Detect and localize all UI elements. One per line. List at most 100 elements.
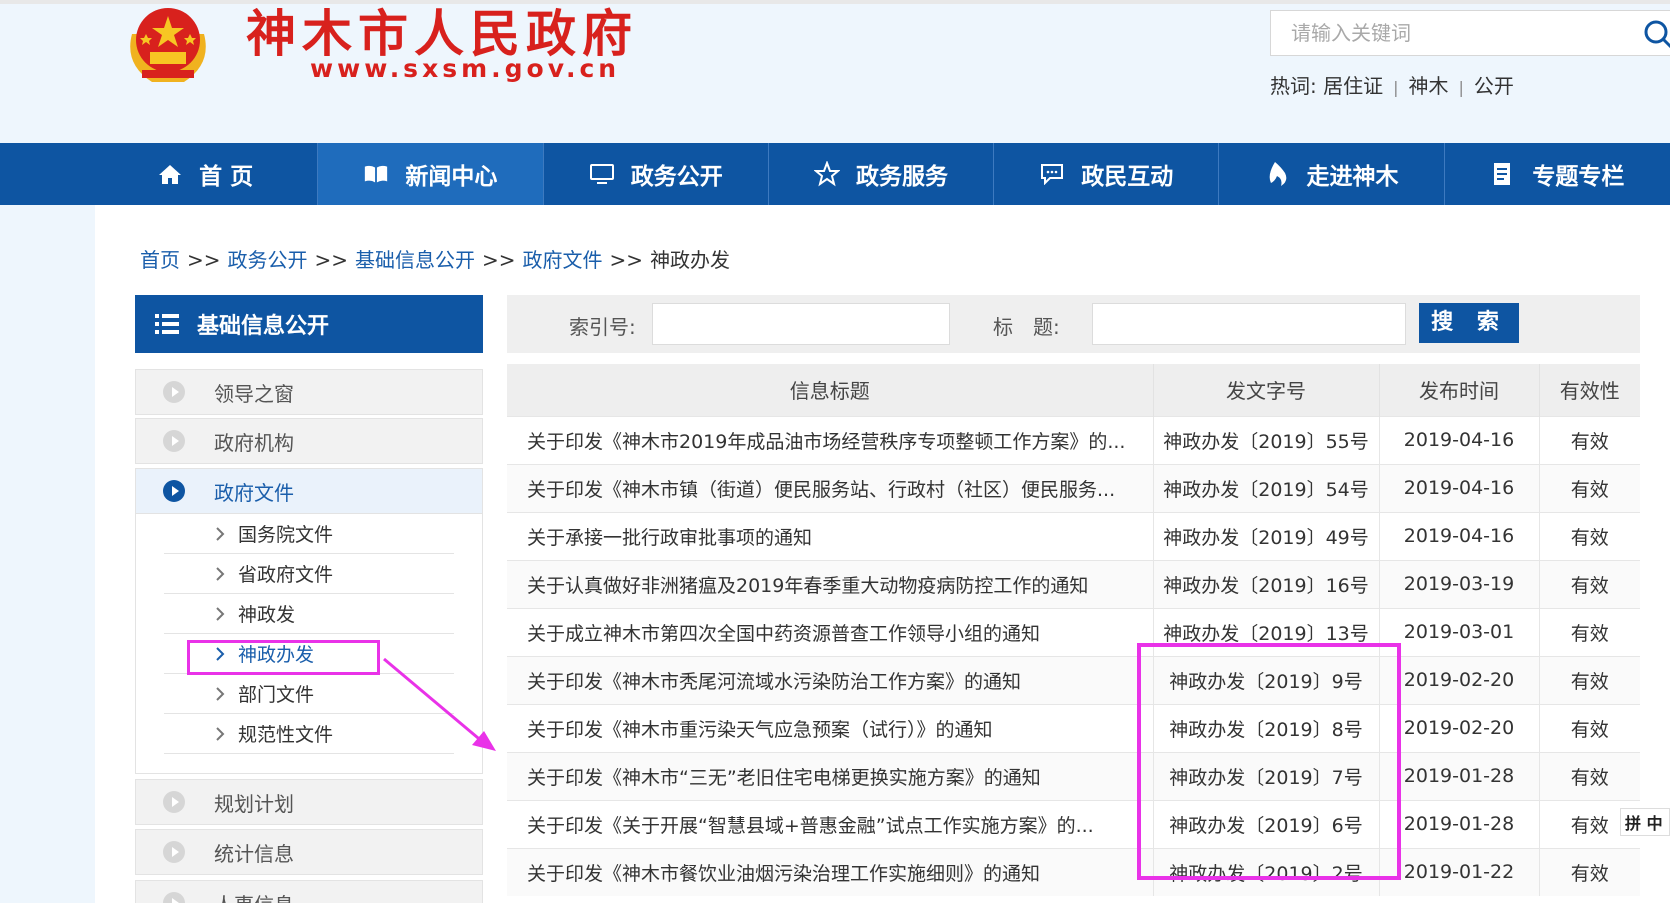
publish-date: 2019-01-28 bbox=[1379, 751, 1540, 800]
national-emblem-icon bbox=[130, 8, 206, 82]
table-row: 关于印发《神木市秃尾河流域水污染防治工作方案》的通知 神政办发〔2019〕9号 … bbox=[507, 655, 1640, 704]
validity-status: 有效 bbox=[1539, 703, 1640, 752]
nav-item-label: 政务公开 bbox=[630, 164, 723, 190]
nav-item-news[interactable]: 新闻中心 bbox=[318, 143, 544, 205]
table-row: 关于印发《神木市餐饮业油烟污染治理工作实施细则》的通知 神政办发〔2019〕2号… bbox=[507, 847, 1640, 896]
document-number: 神政办发〔2019〕55号 bbox=[1153, 415, 1380, 464]
sidebar-item-label: 人事信息 bbox=[214, 889, 294, 903]
list-icon bbox=[155, 314, 179, 334]
site-search-box bbox=[1270, 10, 1670, 56]
title-input[interactable] bbox=[1092, 303, 1406, 345]
nav-item-label: 走进神木 bbox=[1306, 164, 1399, 190]
annotation-highlight-doc-numbers bbox=[1137, 643, 1401, 880]
page-background-strip bbox=[0, 205, 95, 903]
chat-icon bbox=[1039, 161, 1065, 187]
submenu-item-shenzhengfa[interactable]: 神政发 bbox=[164, 594, 454, 634]
document-title-link[interactable]: 关于印发《神木市重污染天气应急预案（试行）》的通知 bbox=[507, 703, 1154, 752]
chevron-right-icon bbox=[216, 727, 225, 741]
nav-item-gov-affairs[interactable]: 政务公开 bbox=[544, 143, 769, 205]
ime-indicator[interactable]: 拼 中 bbox=[1620, 808, 1670, 836]
document-title-link[interactable]: 关于认真做好非洲猪瘟及2019年春季重大动物疫病防控工作的通知 bbox=[507, 559, 1154, 608]
nav-item-label: 政务服务 bbox=[855, 164, 948, 190]
site-url: www.sxsm.gov.cn bbox=[310, 54, 621, 83]
document-number: 神政办发〔2019〕16号 bbox=[1153, 559, 1380, 608]
sidebar-item-leaders[interactable]: 领导之窗 bbox=[135, 369, 483, 415]
book-icon bbox=[363, 161, 389, 187]
title-label: 标 题: bbox=[993, 315, 1060, 339]
publish-date: 2019-02-20 bbox=[1379, 703, 1540, 752]
flame-icon bbox=[1265, 161, 1291, 187]
document-title-link[interactable]: 关于印发《神木市秃尾河流域水污染防治工作方案》的通知 bbox=[507, 655, 1154, 704]
sidebar-item-label: 政府机构 bbox=[214, 430, 294, 455]
annotation-arrow-icon bbox=[383, 657, 496, 751]
site-header: 神木市人民政府 www.sxsm.gov.cn 热词: 居住证|神木|公开 bbox=[0, 0, 1670, 143]
document-title-link[interactable]: 关于印发《神木市镇（街道）便民服务站、行政村（社区）便民服务... bbox=[507, 463, 1154, 512]
document-title-link[interactable]: 关于承接一批行政审批事项的通知 bbox=[507, 511, 1154, 560]
sidebar-item-label: 统计信息 bbox=[214, 841, 294, 866]
publish-date: 2019-01-28 bbox=[1379, 799, 1540, 848]
hot-word-link[interactable]: 居住证 bbox=[1323, 74, 1383, 98]
nav-item-topics[interactable]: 专题专栏 bbox=[1445, 143, 1670, 205]
publish-date: 2019-01-22 bbox=[1379, 847, 1540, 896]
sidebar-item-statistics[interactable]: 统计信息 bbox=[135, 829, 483, 875]
nav-item-interaction[interactable]: 政民互动 bbox=[994, 143, 1220, 205]
submenu-item-provincial[interactable]: 省政府文件 bbox=[164, 554, 454, 594]
hot-word-link[interactable]: 公开 bbox=[1474, 74, 1514, 98]
nav-item-about[interactable]: 走进神木 bbox=[1219, 143, 1445, 205]
publish-date: 2019-04-16 bbox=[1379, 511, 1540, 560]
document-title-link[interactable]: 关于成立神木市第四次全国中药资源普查工作领导小组的通知 bbox=[507, 607, 1154, 656]
index-number-label: 索引号: bbox=[569, 315, 636, 339]
document-number: 神政办发〔2019〕54号 bbox=[1153, 463, 1380, 512]
validity-status: 有效 bbox=[1539, 559, 1640, 608]
search-filter-bar: 索引号: 标 题: 搜 索 bbox=[507, 295, 1640, 353]
play-circle-icon bbox=[163, 892, 185, 903]
index-number-input[interactable] bbox=[652, 303, 950, 345]
sidebar-item-gov-documents[interactable]: 政府文件 bbox=[135, 468, 483, 514]
sidebar-item-planning[interactable]: 规划计划 bbox=[135, 779, 483, 825]
column-header-title: 信息标题 bbox=[507, 364, 1154, 416]
validity-status: 有效 bbox=[1539, 415, 1640, 464]
chevron-right-icon bbox=[216, 527, 225, 541]
validity-status: 有效 bbox=[1539, 463, 1640, 512]
submenu-item-state-council[interactable]: 国务院文件 bbox=[164, 514, 454, 554]
sidebar-item-label: 领导之窗 bbox=[214, 381, 294, 406]
search-icon[interactable] bbox=[1643, 19, 1670, 49]
breadcrumb-link[interactable]: 政务公开 bbox=[228, 248, 308, 272]
sidebar-item-label: 政府文件 bbox=[214, 480, 294, 505]
document-title-link[interactable]: 关于印发《神木市2019年成品油市场经营秩序专项整顿工作方案》的... bbox=[507, 415, 1154, 464]
breadcrumb-link[interactable]: 政府文件 bbox=[523, 248, 603, 272]
sidebar-item-gov-agencies[interactable]: 政府机构 bbox=[135, 418, 483, 464]
column-header-validity: 有效性 bbox=[1539, 364, 1640, 416]
validity-status: 有效 bbox=[1539, 655, 1640, 704]
document-title-link[interactable]: 关于印发《关于开展“智慧县域+普惠金融”试点工作实施方案》的... bbox=[507, 799, 1154, 848]
table-row: 关于印发《关于开展“智慧县域+普惠金融”试点工作实施方案》的... 神政办发〔2… bbox=[507, 799, 1640, 848]
nav-item-label: 新闻中心 bbox=[405, 164, 498, 190]
document-title-link[interactable]: 关于印发《神木市餐饮业油烟污染治理工作实施细则》的通知 bbox=[507, 847, 1154, 896]
sidebar-title: 基础信息公开 bbox=[135, 295, 483, 353]
monitor-icon bbox=[589, 161, 615, 187]
nav-item-label: 政民互动 bbox=[1081, 164, 1174, 190]
table-row: 关于印发《神木市2019年成品油市场经营秩序专项整顿工作方案》的... 神政办发… bbox=[507, 415, 1640, 464]
site-search-input[interactable] bbox=[1271, 11, 1601, 55]
table-row: 关于认真做好非洲猪瘟及2019年春季重大动物疫病防控工作的通知 神政办发〔201… bbox=[507, 559, 1640, 608]
nav-item-gov-service[interactable]: 政务服务 bbox=[769, 143, 995, 205]
chevron-right-icon bbox=[216, 567, 225, 581]
table-row: 关于印发《神木市“三无”老旧住宅电梯更换实施方案》的通知 神政办发〔2019〕7… bbox=[507, 751, 1640, 800]
table-row: 关于成立神木市第四次全国中药资源普查工作领导小组的通知 神政办发〔2019〕13… bbox=[507, 607, 1640, 656]
nav-item-home[interactable]: 首 页 bbox=[93, 143, 319, 205]
main-nav: 首 页 新闻中心 政务公开 政务服务 政民互动 走进神木 专题专栏 bbox=[0, 143, 1670, 205]
search-button[interactable]: 搜 索 bbox=[1419, 303, 1519, 343]
play-circle-icon bbox=[163, 791, 185, 813]
chevron-right-icon bbox=[216, 607, 225, 621]
sidebar-item-personnel[interactable]: 人事信息 bbox=[135, 880, 483, 903]
table-row: 关于承接一批行政审批事项的通知 神政办发〔2019〕49号 2019-04-16… bbox=[507, 511, 1640, 560]
document-icon bbox=[1490, 161, 1516, 187]
breadcrumb-link[interactable]: 首页 bbox=[140, 248, 180, 272]
nav-item-label: 首 页 bbox=[199, 164, 254, 190]
document-title-link[interactable]: 关于印发《神木市“三无”老旧住宅电梯更换实施方案》的通知 bbox=[507, 751, 1154, 800]
column-header-doc-number: 发文字号 bbox=[1153, 364, 1380, 416]
breadcrumb-link[interactable]: 基础信息公开 bbox=[355, 248, 475, 272]
hot-word-link[interactable]: 神木 bbox=[1409, 74, 1449, 98]
documents-table: 信息标题 发文字号 发布时间 有效性 关于印发《神木市2019年成品油市场经营秩… bbox=[507, 364, 1640, 896]
hot-words: 热词: 居住证 | 神木 | 公开 bbox=[1270, 74, 1514, 98]
